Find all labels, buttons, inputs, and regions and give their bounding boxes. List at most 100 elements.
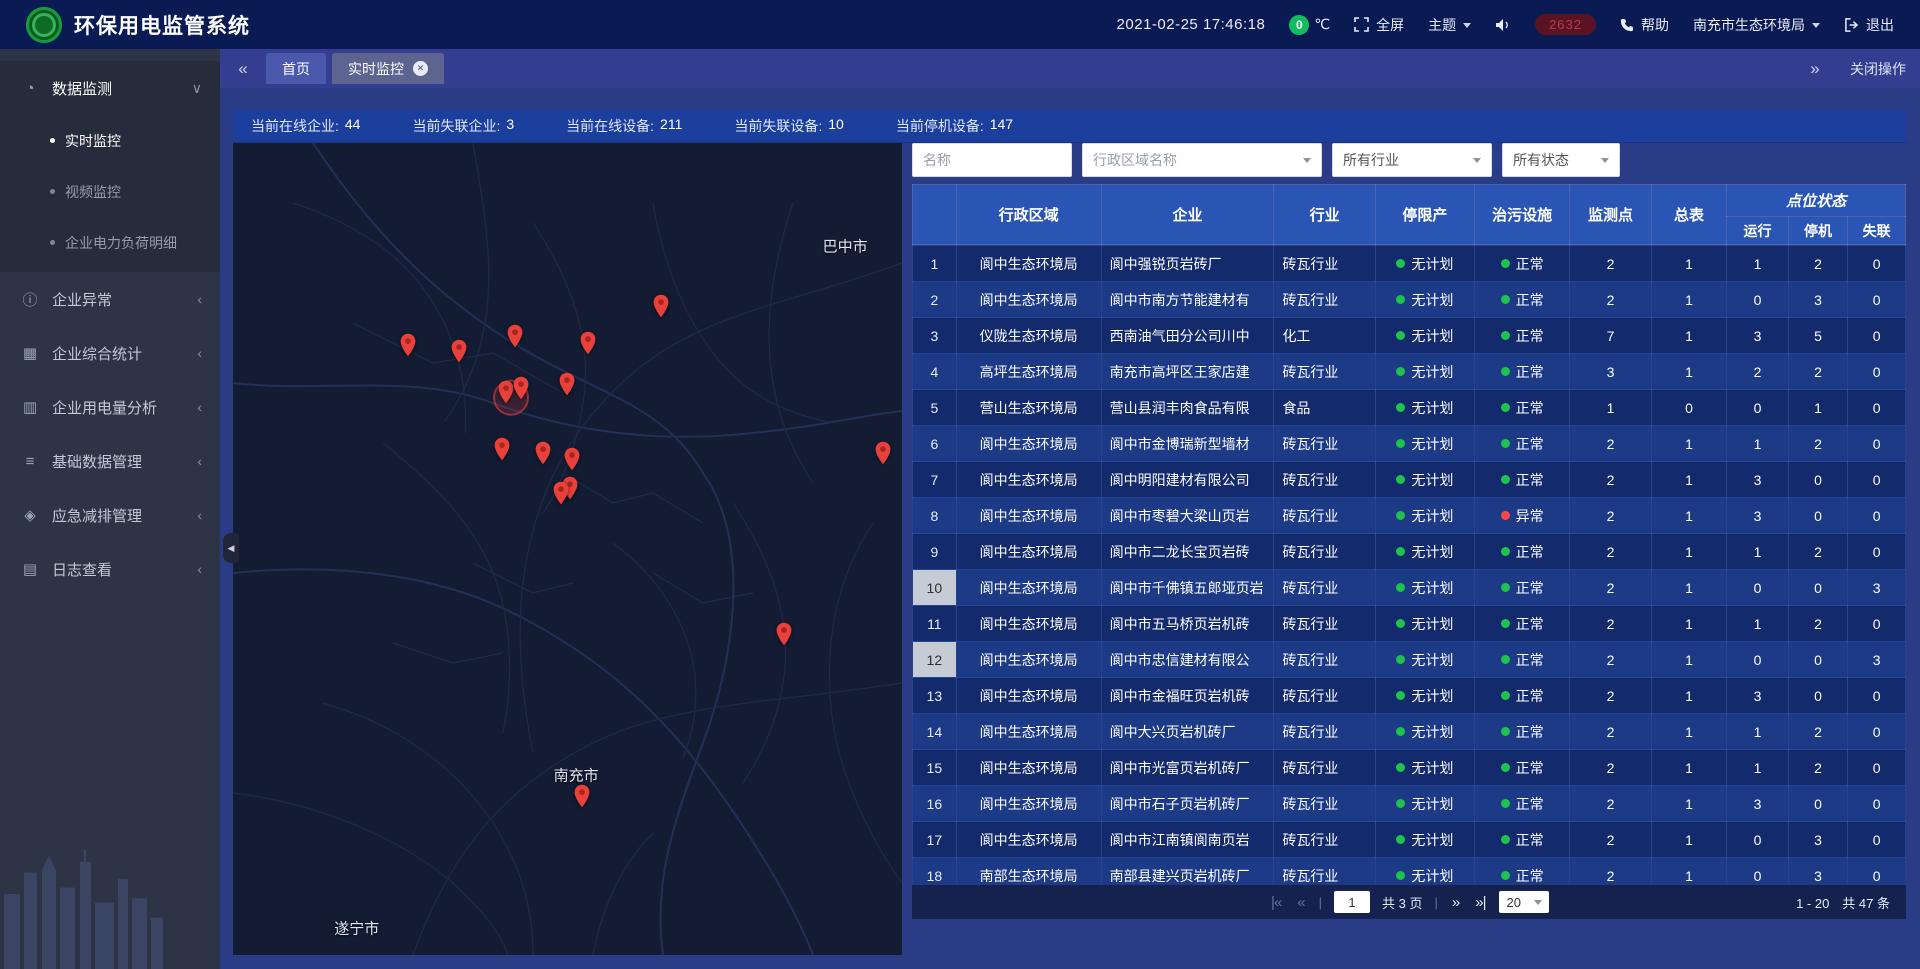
region-filter-select[interactable]: 行政区域名称 [1082, 143, 1322, 177]
table-row[interactable]: 16 阆中生态环境局 阆中市石子页岩机砖厂 砖瓦行业 无计划 正常 2 1 3 … [913, 786, 1906, 822]
cell-running: 3 [1727, 498, 1789, 534]
status-dot-icon [1396, 835, 1405, 844]
last-page-button[interactable]: »| [1473, 894, 1487, 911]
cell-running: 2 [1727, 354, 1789, 390]
sidebar-item-0[interactable]: ◔ 数据监测 ∨ [0, 61, 220, 115]
cell-limit-status: 无计划 [1375, 534, 1474, 570]
table-row[interactable]: 11 阆中生态环境局 阆中市五马桥页岩机砖 砖瓦行业 无计划 正常 2 1 1 … [913, 606, 1906, 642]
sidebar-item-2[interactable]: ▦ 企业综合统计 ‹ [0, 326, 220, 380]
sidebar-item-6[interactable]: ▤ 日志查看 ‹ [0, 542, 220, 596]
page-size-select[interactable]: 20 [1499, 891, 1548, 913]
cell-enterprise: 阆中市金福旺页岩机砖 [1101, 678, 1274, 714]
cell-total-meters: 1 [1651, 354, 1726, 390]
top-header: 环保用电监管系统 2021-02-25 17:46:18 0 ℃ 全屏 主题 2… [0, 0, 1920, 49]
status-dot-icon [1501, 691, 1510, 700]
message-count-badge[interactable]: 2632 [1535, 14, 1596, 35]
chevron-down-icon: ∨ [192, 80, 202, 97]
cell-industry: 砖瓦行业 [1274, 570, 1375, 606]
cell-limit-status: 无计划 [1375, 714, 1474, 750]
name-filter-input[interactable] [923, 152, 1061, 168]
prev-page-button[interactable]: « [1295, 894, 1306, 911]
map-pin-icon[interactable] [399, 333, 416, 357]
industry-filter-select[interactable]: 所有行业 [1332, 143, 1492, 177]
sidebar-item-1[interactable]: ⓘ 企业异常 ‹ [0, 272, 220, 326]
sidebar: ◔ 数据监测 ∨ 实时监控 视频监控 企业电力负荷明细 ⓘ 企业异常 ‹ ▦ 企… [0, 49, 220, 969]
cell-running: 0 [1727, 822, 1789, 858]
tabs-scroll-left-button[interactable]: « [226, 49, 260, 88]
table-row[interactable]: 8 阆中生态环境局 阆中市枣碧大梁山页岩 砖瓦行业 无计划 异常 2 1 3 0… [913, 498, 1906, 534]
cell-stopped: 2 [1788, 714, 1848, 750]
theme-menu[interactable]: 主题 [1428, 15, 1471, 35]
logout-button[interactable]: 退出 [1844, 15, 1894, 35]
cell-stopped: 3 [1788, 822, 1848, 858]
page-number-input[interactable] [1334, 891, 1370, 913]
map-pin-icon[interactable] [579, 331, 596, 355]
row-index: 10 [913, 570, 957, 606]
tab-1[interactable]: 实时监控✕ [332, 53, 444, 84]
map-pin-icon[interactable] [775, 622, 792, 646]
map-pin-icon[interactable] [493, 437, 510, 461]
tab-close-icon[interactable]: ✕ [413, 61, 428, 76]
map-pin-icon[interactable] [653, 294, 670, 318]
status-dot-icon [1396, 763, 1405, 772]
help-button[interactable]: 帮助 [1620, 15, 1669, 35]
tab-list: 首页实时监控✕ [260, 53, 444, 84]
stat-item: 当前停机设备:147 [896, 116, 1013, 136]
sidebar-subitem-0-2[interactable]: 企业电力负荷明细 [0, 217, 220, 268]
table-row[interactable]: 6 阆中生态环境局 阆中市金博瑞新型墙材 砖瓦行业 无计划 正常 2 1 1 2… [913, 426, 1906, 462]
cell-region: 南部生态环境局 [956, 858, 1101, 886]
status-dot-icon [1396, 619, 1405, 628]
map-pin-icon[interactable] [512, 376, 529, 400]
map-pin-icon[interactable] [875, 441, 892, 465]
map-pin-icon[interactable] [507, 324, 524, 348]
map-pin-icon[interactable] [573, 784, 590, 808]
volume-button[interactable] [1495, 18, 1511, 32]
next-page-button[interactable]: » [1450, 894, 1461, 911]
table-row[interactable]: 12 阆中生态环境局 阆中市忠信建材有限公 砖瓦行业 无计划 正常 2 1 0 … [913, 642, 1906, 678]
tabs-scroll-right-button[interactable]: » [1798, 49, 1832, 88]
table-row[interactable]: 18 南部生态环境局 南部县建兴页岩机砖厂 砖瓦行业 无计划 正常 2 1 0 … [913, 858, 1906, 886]
table-row[interactable]: 13 阆中生态环境局 阆中市金福旺页岩机砖 砖瓦行业 无计划 正常 2 1 3 … [913, 678, 1906, 714]
status-filter-select[interactable]: 所有状态 [1502, 143, 1620, 177]
org-menu[interactable]: 南充市生态环境局 [1693, 15, 1820, 35]
table-row[interactable]: 4 高坪生态环境局 南充市高坪区王家店建 砖瓦行业 无计划 正常 3 1 2 2… [913, 354, 1906, 390]
table-row[interactable]: 2 阆中生态环境局 阆中市南方节能建材有 砖瓦行业 无计划 正常 2 1 0 3… [913, 282, 1906, 318]
table-row[interactable]: 7 阆中生态环境局 阆中明阳建材有限公司 砖瓦行业 无计划 正常 2 1 3 0… [913, 462, 1906, 498]
cell-running: 1 [1727, 246, 1789, 282]
col-facility: 治污设施 [1475, 185, 1570, 245]
table-row[interactable]: 14 阆中生态环境局 阆中大兴页岩机砖厂 砖瓦行业 无计划 正常 2 1 1 2… [913, 714, 1906, 750]
row-index: 17 [913, 822, 957, 858]
map-pin-icon[interactable] [563, 447, 580, 471]
sidebar-subitem-0-1[interactable]: 视频监控 [0, 166, 220, 217]
table-row[interactable]: 3 仪陇生态环境局 西南油气田分公司川中 化工 无计划 正常 7 1 3 5 0 [913, 318, 1906, 354]
cell-stopped: 2 [1788, 750, 1848, 786]
panel-collapse-handle[interactable]: ◀ [223, 533, 239, 563]
map-pin-icon[interactable] [552, 481, 569, 505]
map-pin-icon[interactable] [534, 441, 551, 465]
table-row[interactable]: 5 营山生态环境局 营山县润丰肉食品有限 食品 无计划 正常 1 0 0 1 0 [913, 390, 1906, 426]
cell-facility-status: 正常 [1475, 246, 1570, 282]
cell-monitor-points: 1 [1570, 390, 1651, 426]
cell-facility-status: 正常 [1475, 390, 1570, 426]
cell-disconnected: 0 [1848, 822, 1906, 858]
close-operations-menu[interactable]: 关闭操作 [1850, 59, 1906, 79]
map-pin-icon[interactable] [558, 372, 575, 396]
row-index: 3 [913, 318, 957, 354]
tab-0[interactable]: 首页 [266, 53, 326, 84]
table-row[interactable]: 17 阆中生态环境局 阆中市江南镇阆南页岩 砖瓦行业 无计划 正常 2 1 0 … [913, 822, 1906, 858]
map-panel[interactable]: 巴中市南充市遂宁市 [233, 143, 902, 955]
enterprise-table-scroll[interactable]: 1 阆中生态环境局 阆中强锐页岩砖厂 砖瓦行业 无计划 正常 2 1 1 2 0… [912, 245, 1906, 885]
map-pin-icon[interactable] [451, 339, 468, 363]
sidebar-subitem-0-0[interactable]: 实时监控 [0, 115, 220, 166]
table-row[interactable]: 10 阆中生态环境局 阆中市千佛镇五郎垭页岩 砖瓦行业 无计划 正常 2 1 0… [913, 570, 1906, 606]
sidebar-item-5[interactable]: ◈ 应急减排管理 ‹ [0, 488, 220, 542]
status-dot-icon [1501, 547, 1510, 556]
sidebar-item-3[interactable]: ▥ 企业用电量分析 ‹ [0, 380, 220, 434]
fullscreen-button[interactable]: 全屏 [1354, 15, 1404, 35]
sidebar-item-4[interactable]: ≡ 基础数据管理 ‹ [0, 434, 220, 488]
table-row[interactable]: 1 阆中生态环境局 阆中强锐页岩砖厂 砖瓦行业 无计划 正常 2 1 1 2 0 [913, 246, 1906, 282]
cell-facility-status: 正常 [1475, 570, 1570, 606]
table-row[interactable]: 15 阆中生态环境局 阆中市光富页岩机砖厂 砖瓦行业 无计划 正常 2 1 1 … [913, 750, 1906, 786]
first-page-button[interactable]: |« [1269, 894, 1283, 911]
table-row[interactable]: 9 阆中生态环境局 阆中市二龙长宝页岩砖 砖瓦行业 无计划 正常 2 1 1 2… [913, 534, 1906, 570]
